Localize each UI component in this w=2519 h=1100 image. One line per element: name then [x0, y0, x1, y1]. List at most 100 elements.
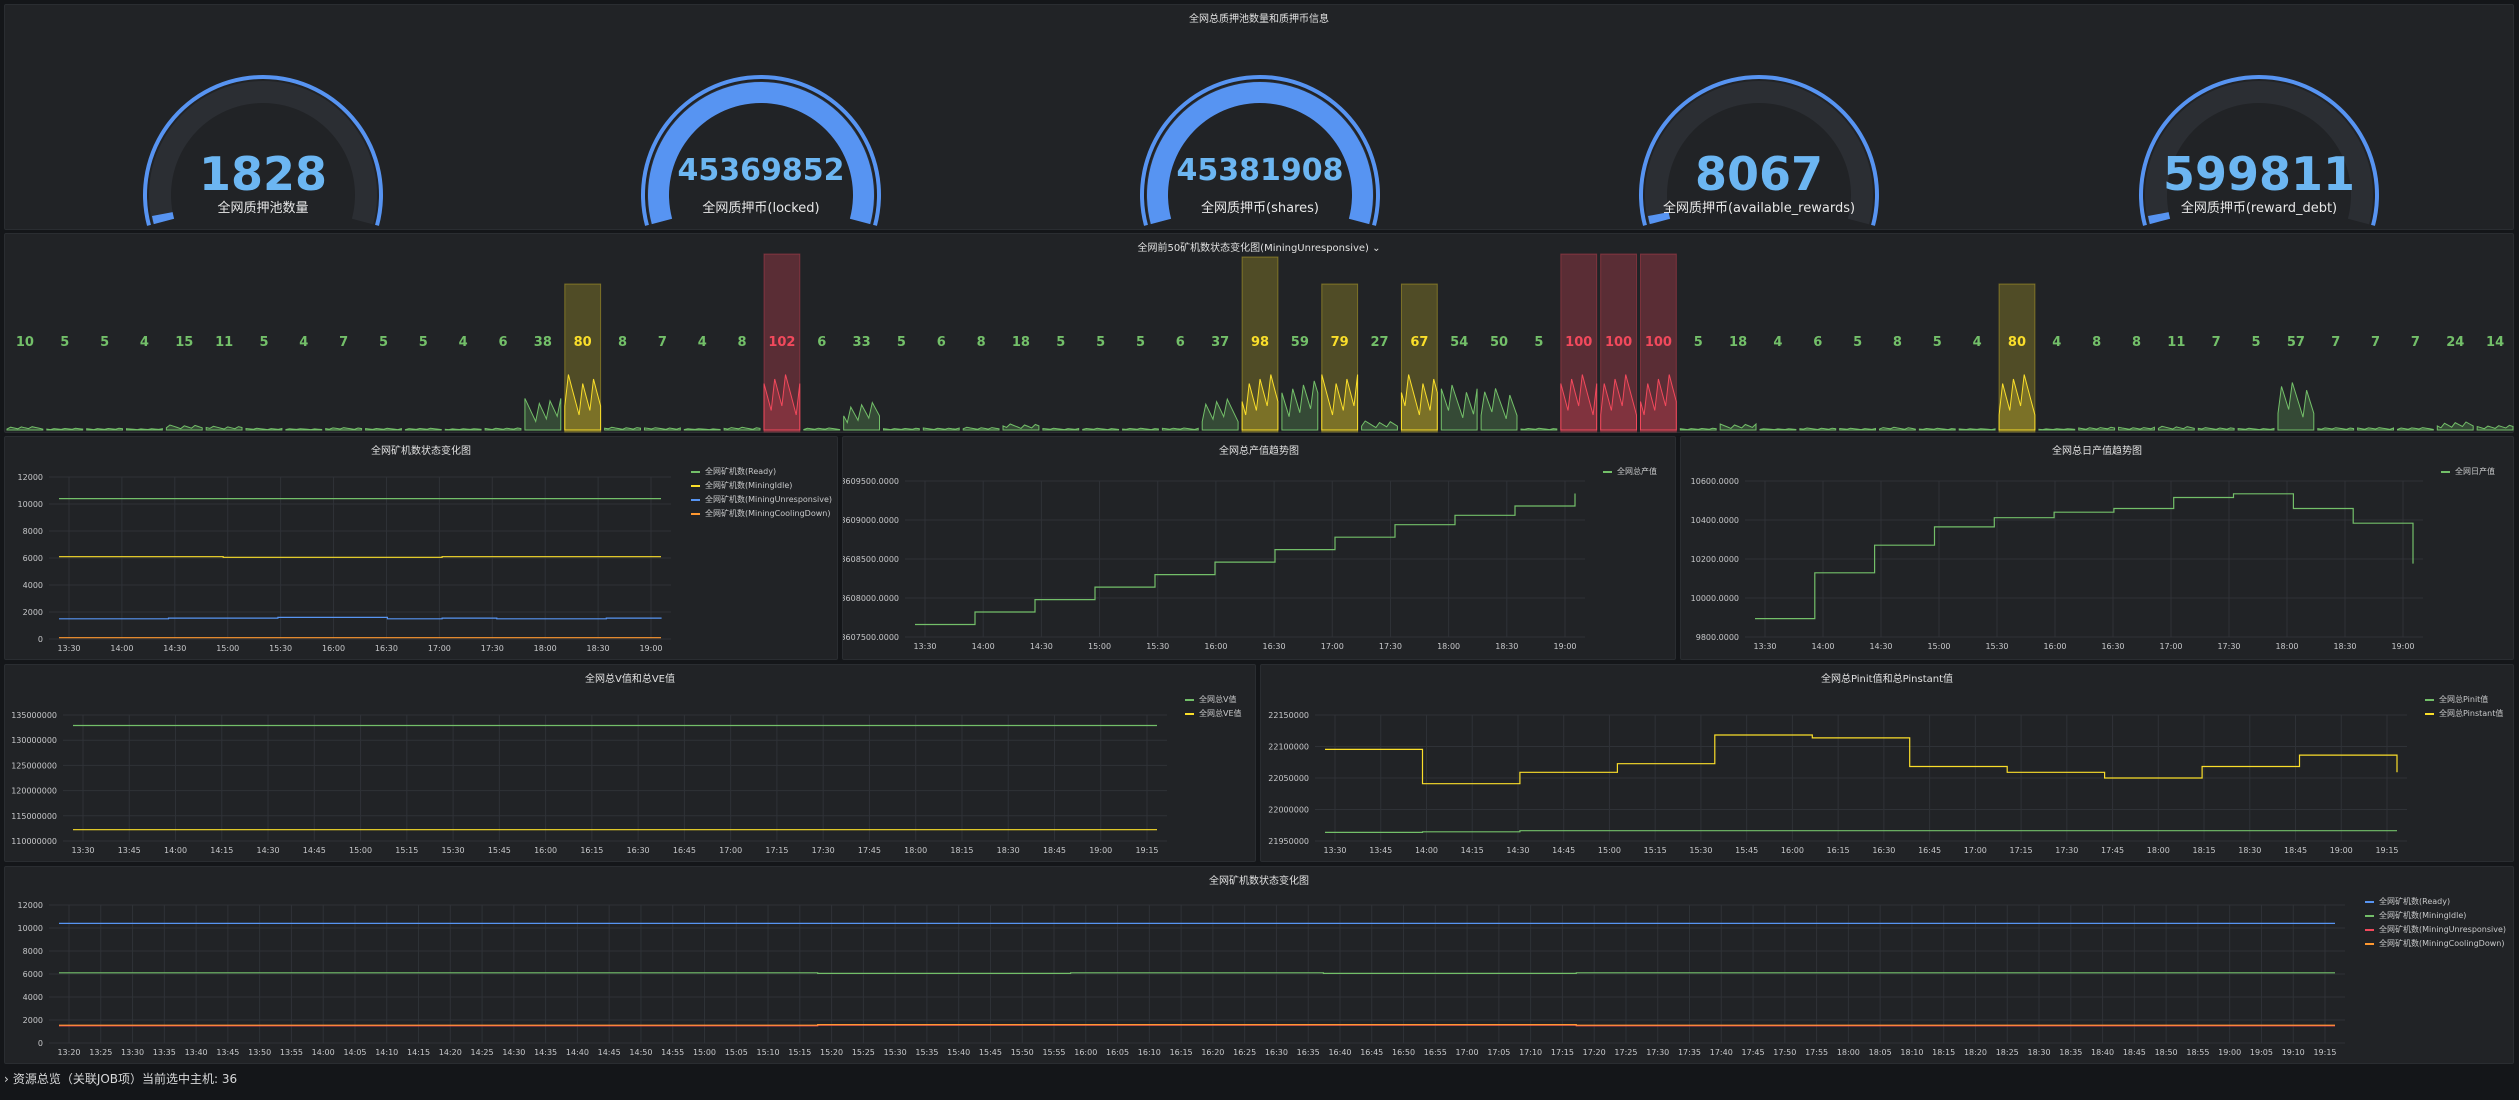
- stat-cell[interactable]: 7: [2396, 335, 2434, 431]
- stat-cell[interactable]: 18: [1002, 335, 1040, 431]
- stat-cell[interactable]: 80: [1998, 283, 2036, 433]
- stat-cell[interactable]: 33: [843, 335, 881, 431]
- pinit-graph[interactable]: 22150000 22100000 22050000 22000000 21950000…: [1261, 665, 2515, 863]
- stat-cell[interactable]: 79: [1321, 283, 1359, 433]
- miner-state-title[interactable]: 全网矿机数状态变化图: [5, 442, 837, 457]
- stat-cell[interactable]: 8: [723, 335, 761, 431]
- stat-cell[interactable]: 5: [1520, 335, 1558, 431]
- v-ve-graph[interactable]: 135000000 130000000 125000000 120000000 1150…: [5, 665, 1257, 863]
- stat-cell[interactable]: 8: [962, 335, 1000, 431]
- stat-cell[interactable]: 38: [524, 335, 562, 431]
- legend-item[interactable]: 全网矿机数(Ready): [691, 465, 832, 479]
- legend-item[interactable]: 全网总V值: [1185, 693, 1242, 707]
- gauge[interactable]: 8067全网质押币(available_rewards): [1639, 75, 1879, 226]
- stat-cell[interactable]: 100: [1560, 253, 1598, 433]
- total-output-title[interactable]: 全网总产值趋势图: [843, 442, 1675, 457]
- stat-cell[interactable]: 8: [604, 335, 642, 431]
- stat-cell[interactable]: 100: [1600, 253, 1638, 433]
- stat-cell[interactable]: 5: [1839, 335, 1877, 431]
- stat-cell[interactable]: 5: [2237, 335, 2275, 431]
- stat-cell[interactable]: 4: [444, 335, 482, 431]
- v-ve-title[interactable]: 全网总V值和总VE值: [5, 670, 1255, 685]
- stat-cell[interactable]: 67: [1400, 283, 1438, 433]
- legend-item[interactable]: 全网矿机数(Ready): [2365, 895, 2506, 909]
- stat-cell[interactable]: 4: [1958, 335, 1996, 431]
- stat-cell[interactable]: 6: [922, 335, 960, 431]
- legend-item[interactable]: 全网矿机数(MiningIdle): [691, 479, 832, 493]
- series-line[interactable]: [59, 616, 662, 620]
- stat-cell[interactable]: 80: [564, 283, 602, 433]
- stat-cell[interactable]: 50: [1480, 335, 1518, 431]
- series-line[interactable]: [59, 556, 661, 558]
- stat-cell[interactable]: 18: [1719, 335, 1757, 431]
- stat-cell[interactable]: 5: [86, 335, 124, 431]
- stat-cell[interactable]: 4: [2038, 335, 2076, 431]
- stat-cell[interactable]: 6: [1161, 335, 1199, 431]
- stat-cell[interactable]: 57: [2277, 335, 2315, 431]
- stat-cell[interactable]: 98: [1241, 256, 1279, 433]
- stat-cell[interactable]: 5: [1679, 335, 1717, 431]
- legend-item[interactable]: 全网总VE值: [1185, 707, 1242, 721]
- stat-cell[interactable]: 4: [285, 335, 323, 431]
- stat-cell[interactable]: 5: [245, 335, 283, 431]
- series-line[interactable]: [1325, 734, 2398, 785]
- stat-cell[interactable]: 5: [404, 335, 442, 431]
- series-line[interactable]: [59, 972, 2335, 974]
- stat-cell[interactable]: 7: [2317, 335, 2355, 431]
- stat-cell[interactable]: 10: [6, 335, 44, 431]
- stat-cell[interactable]: 54: [1440, 335, 1478, 431]
- legend-item[interactable]: 全网矿机数(MiningIdle): [2365, 909, 2506, 923]
- stat-cell[interactable]: 5: [365, 335, 402, 431]
- series-line[interactable]: [1325, 830, 2397, 833]
- legend-item[interactable]: 全网矿机数(MiningUnresponsive): [691, 493, 832, 507]
- stat-cell[interactable]: 24: [2436, 335, 2474, 431]
- pinit-title[interactable]: 全网总Pinit值和总Pinstant值: [1261, 670, 2513, 685]
- daily-output-title[interactable]: 全网总日产值趋势图: [1681, 442, 2513, 457]
- top50-panel-title[interactable]: 全网前50矿机数状态变化图(MiningUnresponsive) ⌄: [5, 239, 2513, 254]
- stat-cell[interactable]: 8: [2078, 335, 2116, 431]
- stat-cell[interactable]: 102: [763, 253, 801, 433]
- series-line[interactable]: [59, 1024, 2335, 1026]
- stat-cell[interactable]: 100: [1639, 253, 1677, 433]
- total-output-graph[interactable]: 3609500.0000 3609000.0000 3608500.0000 3608…: [840, 437, 1677, 661]
- legend-item[interactable]: 全网总Pinstant值: [2425, 707, 2503, 721]
- legend-item[interactable]: 全网日产值: [2441, 465, 2495, 479]
- stat-cell[interactable]: 37: [1201, 335, 1239, 431]
- stat-cell[interactable]: 27: [1361, 335, 1398, 431]
- stat-cell[interactable]: 6: [803, 335, 841, 431]
- stat-cell[interactable]: 5: [1042, 335, 1080, 431]
- bottom-miner-state-title[interactable]: 全网矿机数状态变化图: [5, 872, 2513, 887]
- stat-cell[interactable]: 6: [484, 335, 522, 431]
- stat-cell[interactable]: 5: [46, 335, 84, 431]
- stat-cell[interactable]: 7: [2357, 335, 2395, 431]
- legend-item[interactable]: 全网矿机数(MiningCoolingDown): [691, 507, 832, 521]
- stat-cell[interactable]: 8: [2118, 335, 2155, 431]
- stat-cell[interactable]: 5: [1122, 335, 1159, 431]
- stat-cell[interactable]: 5: [882, 335, 920, 431]
- stat-cell[interactable]: 4: [1759, 335, 1797, 431]
- daily-output-graph[interactable]: 10600.0000 10400.0000 10200.0000 10000.0000…: [1681, 437, 2515, 661]
- stat-cell[interactable]: 7: [325, 335, 363, 431]
- stat-cell[interactable]: 15: [165, 335, 203, 431]
- stat-cell[interactable]: 5: [1918, 335, 1956, 431]
- gauge[interactable]: 1828全网质押池数量: [143, 75, 383, 226]
- gauge-panel-title[interactable]: 全网总质押池数量和质押币信息: [5, 10, 2513, 25]
- stat-cell[interactable]: 6: [1799, 335, 1837, 431]
- stat-cell[interactable]: 14: [2476, 335, 2514, 431]
- resource-overview-row[interactable]: › 资源总览（关联JOB项）当前选中主机: 36: [4, 1070, 237, 1087]
- stat-cell[interactable]: 11: [2157, 335, 2195, 431]
- gauge[interactable]: 45381908 全网质押币(shares): [1140, 75, 1380, 226]
- stat-cell[interactable]: 7: [2197, 335, 2235, 431]
- legend-item[interactable]: 全网矿机数(MiningUnresponsive): [2365, 923, 2506, 937]
- legend-item[interactable]: 全网矿机数(MiningCoolingDown): [2365, 937, 2506, 951]
- gauge[interactable]: 45369852 全网质押币(locked): [641, 75, 881, 226]
- legend-item[interactable]: 全网总Pinit值: [2425, 693, 2503, 707]
- stat-cell[interactable]: 4: [125, 335, 163, 431]
- stat-cell[interactable]: 59: [1281, 335, 1319, 431]
- gauge[interactable]: 599811全网质押币(reward_debt): [2139, 75, 2379, 226]
- legend-item[interactable]: 全网总产值: [1603, 465, 1657, 479]
- stat-cell[interactable]: 5: [1082, 335, 1120, 431]
- stat-cell[interactable]: 4: [683, 335, 721, 431]
- stat-cell[interactable]: 7: [643, 335, 681, 431]
- stat-cell[interactable]: 11: [205, 335, 243, 431]
